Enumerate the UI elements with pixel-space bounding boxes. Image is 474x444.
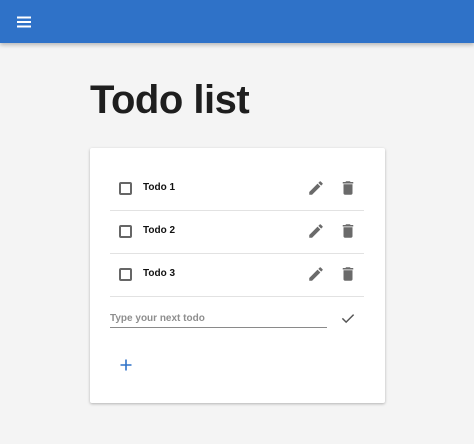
trash-icon	[342, 224, 354, 238]
delete-button[interactable]	[339, 222, 357, 240]
edit-button[interactable]	[307, 265, 325, 283]
todo-checkbox[interactable]	[119, 268, 132, 281]
todo-label: Todo 2	[143, 225, 176, 236]
edit-button[interactable]	[307, 222, 325, 240]
todo-checkbox[interactable]	[119, 182, 132, 195]
page-title: Todo list	[90, 78, 250, 122]
todo-card: Todo 1 Todo 2 Todo 3	[90, 148, 385, 403]
todo-label: Todo 3	[143, 268, 176, 279]
add-todo-button[interactable]	[117, 356, 135, 374]
trash-icon	[342, 267, 354, 281]
menu-icon	[17, 16, 31, 28]
pencil-icon	[309, 267, 323, 281]
delete-button[interactable]	[339, 179, 357, 197]
todo-checkbox[interactable]	[119, 225, 132, 238]
trash-icon	[342, 181, 354, 195]
todo-row: Todo 3	[110, 254, 364, 297]
pencil-icon	[309, 181, 323, 195]
edit-button[interactable]	[307, 179, 325, 197]
todo-row: Todo 1	[110, 168, 364, 211]
app-bar	[0, 0, 474, 43]
todo-row: Todo 2	[110, 211, 364, 254]
plus-icon	[120, 359, 132, 371]
delete-button[interactable]	[339, 265, 357, 283]
menu-button[interactable]	[10, 8, 38, 36]
pencil-icon	[309, 224, 323, 238]
new-todo-input[interactable]	[110, 310, 327, 328]
check-icon	[341, 314, 355, 324]
confirm-todo-button[interactable]	[339, 309, 357, 327]
todo-label: Todo 1	[143, 182, 176, 193]
